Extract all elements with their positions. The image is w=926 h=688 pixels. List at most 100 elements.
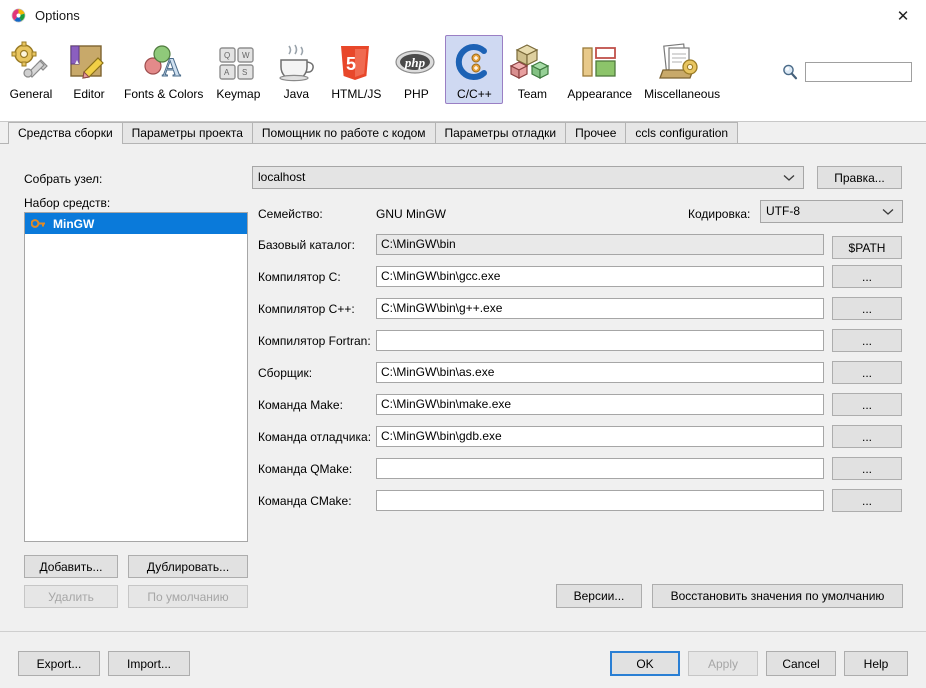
qmake-command-label: Команда QMake: (258, 462, 353, 476)
svg-text:Q: Q (224, 51, 230, 60)
php-elephant-icon: php (393, 40, 439, 86)
tab-debug-params[interactable]: Параметры отладки (434, 122, 567, 144)
status-strip (0, 684, 926, 688)
base-directory-input[interactable]: C:\MinGW\bin (376, 234, 824, 255)
debugger-command-browse-button[interactable]: ... (832, 425, 902, 448)
search-magnifier-icon (781, 63, 799, 81)
toolset-label: Набор средств: (24, 196, 111, 210)
category-fonts-colors[interactable]: A Fonts & Colors (118, 35, 209, 104)
category-label: Miscellaneous (644, 87, 721, 101)
import-button[interactable]: Import... (108, 651, 190, 676)
category-list: General Editor A Fonts & Colors Q W A S Keymap Ja… (2, 35, 726, 104)
apply-button[interactable]: Apply (688, 651, 758, 676)
category-html-js[interactable]: 5 HTML/JS (325, 35, 387, 104)
title-bar: Options ✕ (0, 0, 926, 31)
assembler-input[interactable]: C:\MinGW\bin\as.exe (376, 362, 824, 383)
category-java[interactable]: Java (267, 35, 325, 104)
toolset-list-item[interactable]: MinGW (25, 213, 247, 234)
assembler-label: Сборщик: (258, 366, 313, 380)
delete-toolset-button[interactable]: Удалить (24, 585, 118, 608)
build-host-combo[interactable]: localhost (252, 166, 804, 189)
ok-button[interactable]: OK (610, 651, 680, 676)
cmake-command-input[interactable] (376, 490, 824, 511)
c-compiler-input[interactable]: C:\MinGW\bin\gcc.exe (376, 266, 824, 287)
category-label: HTML/JS (331, 87, 382, 101)
tab-strip: Средства сборки Параметры проекта Помощник… (0, 122, 926, 144)
tab-project-params[interactable]: Параметры проекта (121, 122, 253, 144)
category-c-cpp[interactable]: C/C++ (445, 35, 504, 104)
versions-button[interactable]: Версии... (556, 584, 642, 608)
category-php[interactable]: php PHP (387, 35, 445, 104)
category-label: Keymap (216, 87, 261, 101)
base-directory-label: Базовый каталог: (258, 238, 355, 252)
c-compiler-browse-button[interactable]: ... (832, 265, 902, 288)
search-area (781, 62, 912, 82)
cpp-compiler-label: Компилятор C++: (258, 302, 355, 316)
key-icon (30, 217, 46, 230)
tab-underline (0, 143, 926, 144)
category-editor[interactable]: Editor (60, 35, 118, 104)
svg-text:S: S (242, 68, 247, 77)
encoding-label: Кодировка: (688, 207, 751, 221)
svg-text:A: A (162, 53, 181, 82)
tab-other[interactable]: Прочее (565, 122, 627, 144)
make-command-input[interactable]: C:\MinGW\bin\make.exe (376, 394, 824, 415)
family-value: GNU MinGW (376, 207, 446, 221)
category-appearance[interactable]: Appearance (561, 35, 638, 104)
debugger-command-input[interactable]: C:\MinGW\bin\gdb.exe (376, 426, 824, 447)
duplicate-toolset-button[interactable]: Дублировать... (128, 555, 248, 578)
encoding-value: UTF-8 (766, 204, 800, 218)
tab-code-assistant[interactable]: Помощник по работе с кодом (251, 122, 436, 144)
window-title: Options (35, 7, 80, 23)
close-icon[interactable]: ✕ (880, 0, 926, 31)
c-plus-plus-icon (451, 40, 497, 86)
tab-build-tools[interactable]: Средства сборки (8, 122, 123, 144)
fortran-compiler-label: Компилятор Fortran: (258, 334, 371, 348)
add-toolset-button[interactable]: Добавить... (24, 555, 118, 578)
category-label: Java (283, 87, 310, 101)
build-tools-panel: Собрать узел: Набор средств: MinGW Добав… (0, 144, 926, 631)
cpp-compiler-browse-button[interactable]: ... (832, 297, 902, 320)
category-label: Editor (73, 87, 105, 101)
help-button[interactable]: Help (844, 651, 908, 676)
coffee-cup-icon (273, 40, 319, 86)
chevron-down-icon (783, 167, 795, 188)
category-general[interactable]: General (2, 35, 60, 104)
c-compiler-label: Компилятор C: (258, 270, 341, 284)
edit-host-button[interactable]: Правка... (817, 166, 902, 189)
category-team[interactable]: Team (503, 35, 561, 104)
cmake-command-browse-button[interactable]: ... (832, 489, 902, 512)
default-toolset-button[interactable]: По умолчанию (128, 585, 248, 608)
tab-ccls-config[interactable]: ccls configuration (625, 122, 739, 144)
make-command-label: Команда Make: (258, 398, 343, 412)
layout-panes-icon (577, 40, 623, 86)
cmake-command-label: Команда CMake: (258, 494, 352, 508)
category-keymap[interactable]: Q W A S Keymap (209, 35, 267, 104)
encoding-combo[interactable]: UTF-8 (760, 200, 903, 223)
host-label: Собрать узел: (24, 172, 103, 186)
category-miscellaneous[interactable]: Miscellaneous (638, 35, 726, 104)
category-label: Fonts & Colors (124, 87, 204, 101)
path-button[interactable]: $PATH (832, 236, 902, 259)
fortran-compiler-browse-button[interactable]: ... (832, 329, 902, 352)
family-label: Семейство: (258, 207, 323, 221)
toolset-name: MinGW (53, 216, 95, 231)
svg-text:W: W (242, 51, 250, 60)
make-command-browse-button[interactable]: ... (832, 393, 902, 416)
category-toolbar: General Editor A Fonts & Colors Q W A S Keymap Ja… (0, 31, 926, 122)
restore-defaults-button[interactable]: Восстановить значения по умолчанию (652, 584, 903, 608)
cpp-compiler-input[interactable]: C:\MinGW\bin\g++.exe (376, 298, 824, 319)
fortran-compiler-input[interactable] (376, 330, 824, 351)
gear-wrench-icon (8, 40, 54, 86)
chevron-down-icon (882, 201, 894, 222)
qmake-command-input[interactable] (376, 458, 824, 479)
assembler-browse-button[interactable]: ... (832, 361, 902, 384)
qmake-command-browse-button[interactable]: ... (832, 457, 902, 480)
search-input[interactable] (805, 62, 912, 82)
toolset-list[interactable]: MinGW (24, 212, 248, 542)
category-label: Team (517, 87, 548, 101)
svg-text:5: 5 (346, 54, 356, 74)
export-button[interactable]: Export... (18, 651, 100, 676)
cancel-button[interactable]: Cancel (766, 651, 836, 676)
font-palette-icon: A (141, 40, 187, 86)
